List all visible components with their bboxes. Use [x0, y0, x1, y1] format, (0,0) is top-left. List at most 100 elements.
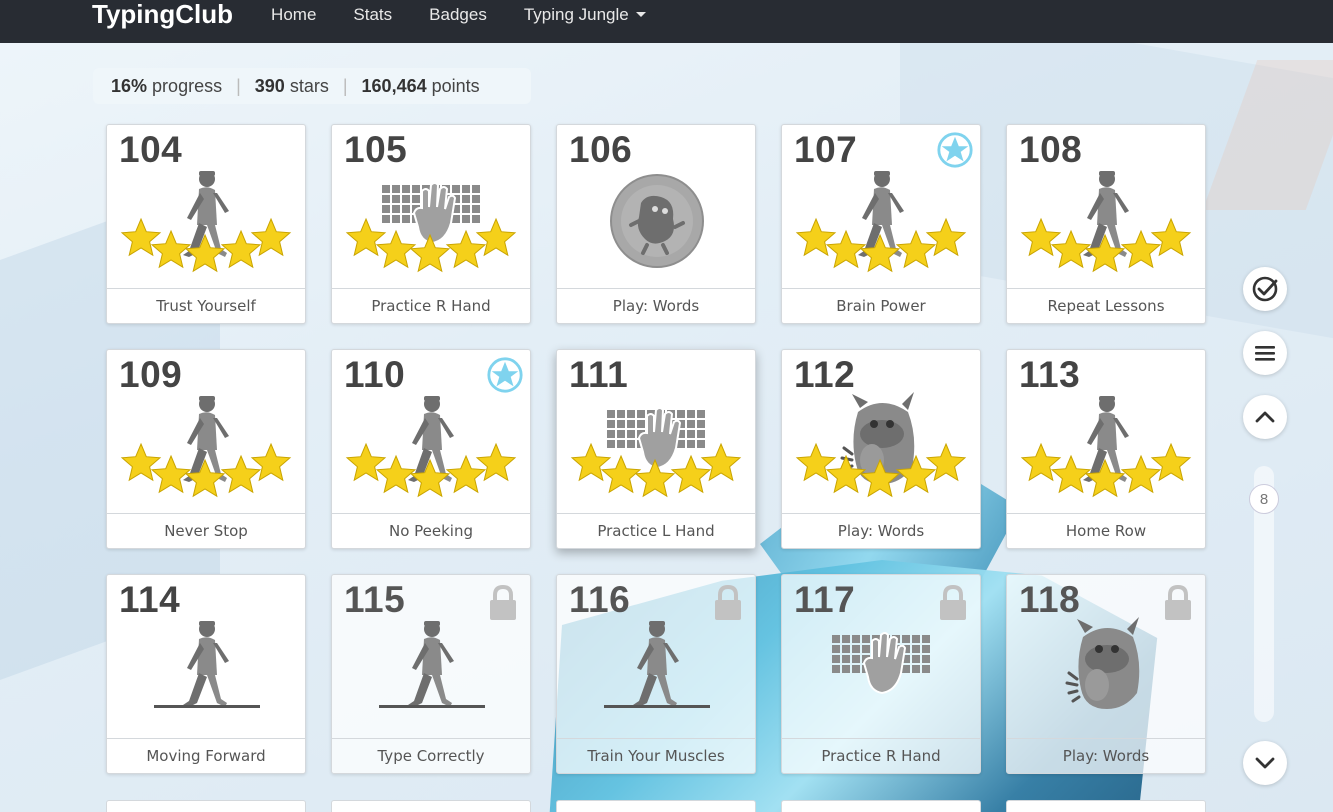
lock-icon — [940, 585, 966, 620]
monster-icon — [795, 392, 967, 498]
star-icon — [345, 217, 387, 257]
star-icon — [570, 442, 612, 482]
nav-stats[interactable]: Stats — [353, 5, 392, 25]
lesson-title: Never Stop — [107, 513, 305, 548]
game-ball-icon — [610, 174, 704, 268]
lesson-title: Home Row — [1007, 513, 1205, 548]
points-value: 160,464 — [361, 75, 427, 96]
lesson-card-partial[interactable] — [556, 800, 756, 812]
lesson-card-105[interactable]: 105 Practice R Hand — [331, 124, 531, 324]
lesson-card-partial[interactable] — [1006, 800, 1206, 812]
keyboard-hand-icon — [345, 182, 517, 273]
chevron-up-icon — [1255, 411, 1275, 423]
lesson-title: Train Your Muscles — [557, 738, 755, 773]
star-icon — [475, 217, 517, 257]
nav-stats-label: Stats — [353, 4, 393, 24]
star-icon — [220, 454, 262, 494]
lesson-card-116[interactable]: 116 Train Your Muscles — [556, 574, 756, 774]
lesson-card-117[interactable]: 117 Practice R Hand — [781, 574, 981, 774]
top-navbar: TypingClub Home Stats Badges Typing Jung… — [0, 0, 1333, 43]
lesson-card-partial[interactable] — [781, 800, 981, 812]
star-icon — [445, 229, 487, 269]
points-label: points — [431, 75, 480, 96]
lesson-card-partial[interactable] — [331, 800, 531, 812]
star-icon — [475, 442, 517, 482]
achievement-badge-icon — [487, 357, 523, 393]
star-icon — [150, 454, 192, 494]
star-icon — [375, 229, 417, 269]
caret-down-icon — [635, 12, 646, 17]
star-icon — [1150, 217, 1192, 257]
lesson-title: Moving Forward — [107, 738, 305, 773]
lesson-card-112[interactable]: 112 Play: Words — [781, 349, 981, 549]
separator: | — [342, 75, 348, 96]
progress-value: 16% — [111, 75, 148, 96]
game-ball-figure — [610, 174, 704, 268]
nav-home[interactable]: Home — [271, 5, 316, 25]
lesson-title: Trust Yourself — [107, 288, 305, 323]
progress-summary: 16% progress | 390 stars | 160,464 point… — [93, 68, 531, 104]
nav-home-label: Home — [271, 4, 317, 24]
keyboard-hand-icon — [832, 632, 930, 695]
chevron-down-icon — [1255, 757, 1275, 769]
star-icon — [925, 217, 967, 257]
scroll-down-button[interactable] — [1243, 741, 1287, 785]
star-icon — [1050, 229, 1092, 269]
nav-badges[interactable]: Badges — [429, 5, 487, 25]
nav-typing-jungle-label: Typing Jungle — [523, 4, 629, 24]
lesson-title: Practice R Hand — [332, 288, 530, 323]
brand-logo[interactable]: TypingClub — [92, 0, 233, 30]
walker-line-icon — [604, 621, 710, 708]
star-icon — [1050, 454, 1092, 494]
star-icon — [600, 454, 642, 494]
menu-button[interactable] — [1243, 331, 1287, 375]
lesson-title: Type Correctly — [332, 738, 530, 773]
lesson-card-106[interactable]: 106 Play: Words — [556, 124, 756, 324]
star-icon — [1020, 442, 1062, 482]
lesson-card-115[interactable]: 115 Type Correctly — [331, 574, 531, 774]
scroll-up-button[interactable] — [1243, 395, 1287, 439]
star-icon — [1120, 229, 1162, 269]
scroll-thumb[interactable]: 8 — [1249, 484, 1279, 514]
walker-line-icon — [154, 621, 260, 708]
check-progress-button[interactable] — [1243, 267, 1287, 311]
walker-figure — [408, 621, 454, 707]
progress-label: progress — [152, 75, 223, 96]
lesson-card-104[interactable]: 104 Trust Yourself — [106, 124, 306, 324]
lesson-card-113[interactable]: 113 Home Row — [1006, 349, 1206, 549]
star-icon — [795, 217, 837, 257]
lesson-card-107[interactable]: 107 Brain Power — [781, 124, 981, 324]
walker-icon — [345, 396, 517, 498]
lesson-title: No Peeking — [332, 513, 530, 548]
lock-icon — [715, 585, 741, 620]
menu-icon — [1255, 346, 1275, 361]
lesson-card-108[interactable]: 108 Repeat Lessons — [1006, 124, 1206, 324]
star-icon — [150, 229, 192, 269]
walker-figure — [183, 621, 229, 707]
lesson-card-110[interactable]: 110 No Peeking — [331, 349, 531, 549]
lesson-title: Play: Words — [782, 513, 980, 548]
nav-typing-jungle-dropdown[interactable]: Typing Jungle — [524, 5, 646, 25]
star-icon — [120, 217, 162, 257]
lesson-title: Play: Words — [1007, 738, 1205, 773]
star-icon — [250, 442, 292, 482]
star-icon — [1020, 217, 1062, 257]
star-icon — [250, 217, 292, 257]
lesson-card-118[interactable]: 118 Play: Words — [1006, 574, 1206, 774]
walker-icon — [120, 396, 292, 498]
star-icon — [120, 442, 162, 482]
star-icon — [925, 442, 967, 482]
star-icon — [445, 454, 487, 494]
background-shape — [1202, 60, 1333, 210]
star-icon — [670, 454, 712, 494]
star-icon — [375, 454, 417, 494]
lesson-title: Brain Power — [782, 288, 980, 323]
achievement-badge-icon — [937, 132, 973, 168]
lesson-card-109[interactable]: 109 Never Stop — [106, 349, 306, 549]
lesson-card-partial[interactable] — [106, 800, 306, 812]
stars-value: 390 — [254, 75, 285, 96]
lesson-card-114[interactable]: 114 Moving Forward — [106, 574, 306, 774]
lesson-card-111[interactable]: 111 Practice L Hand — [556, 349, 756, 549]
lesson-title: Repeat Lessons — [1007, 288, 1205, 323]
stars-label: stars — [289, 75, 329, 96]
